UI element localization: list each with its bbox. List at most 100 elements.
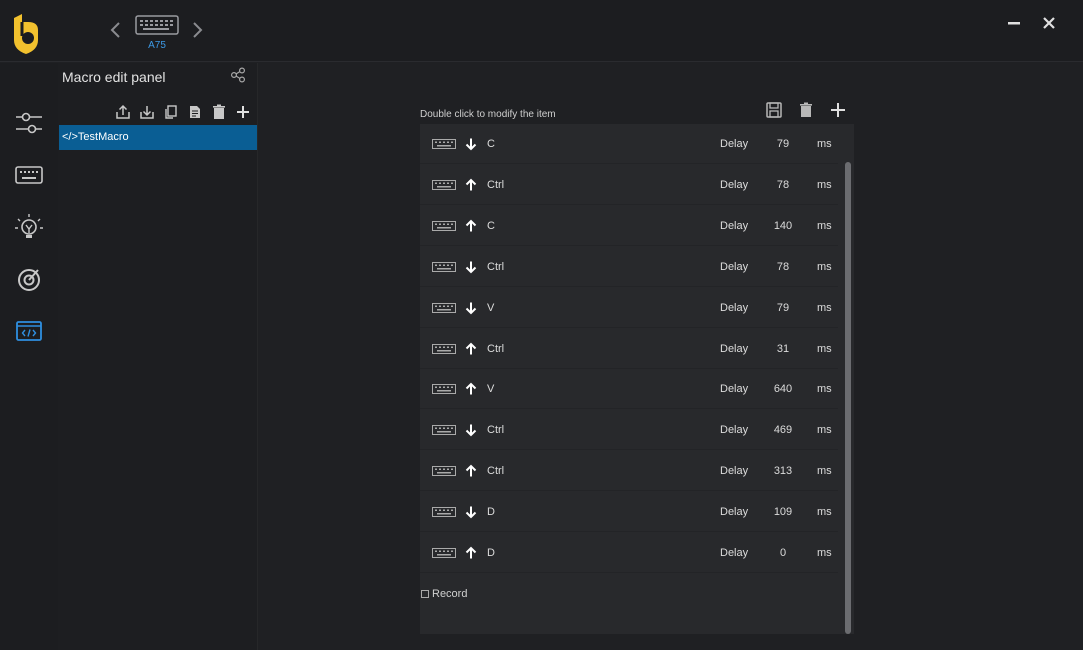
step-delay-unit: ms: [817, 506, 832, 519]
key-up-arrow-icon: [465, 342, 477, 354]
macro-edit-panel: Macro edit panel </>TestMacro: [58, 63, 258, 650]
step-delay-unit: ms: [817, 383, 832, 396]
step-key: Ctrl: [487, 465, 505, 478]
keyboard-key-icon: [432, 139, 456, 149]
keyboard-key-icon: [432, 425, 456, 436]
step-delay-unit: ms: [817, 301, 832, 314]
key-down-arrow-icon: [465, 302, 477, 315]
step-delay-label: Delay: [720, 260, 749, 273]
key-up-arrow-icon: [465, 178, 477, 191]
step-delay-value[interactable]: 31: [768, 343, 798, 355]
step-key: Ctrl: [487, 178, 505, 191]
step-delay-unit: ms: [817, 178, 832, 191]
macro-editor: Double click to modify the item C Delay 79…: [259, 63, 1083, 650]
step-delay-label: Delay: [720, 424, 749, 437]
keyboard-device-icon: [135, 15, 179, 35]
key-up-arrow-icon: [465, 464, 477, 477]
add-step-icon[interactable]: [829, 101, 847, 119]
step-delay-label: Delay: [720, 301, 749, 314]
list-scrollbar[interactable]: [845, 162, 851, 634]
step-delay-value[interactable]: 313: [768, 465, 798, 477]
step-delay-label: Delay: [720, 383, 749, 396]
brand-logo: [14, 14, 38, 54]
step-key: V: [487, 383, 495, 396]
key-down-arrow-icon: [465, 138, 477, 151]
list-toolbar: [765, 101, 847, 119]
step-delay-value[interactable]: 78: [768, 261, 798, 273]
step-delay-unit: ms: [817, 219, 832, 232]
step-key: Ctrl: [487, 260, 505, 273]
step-delay-value[interactable]: 109: [768, 506, 798, 518]
keyboard-key-icon: [432, 507, 456, 518]
add-macro-icon[interactable]: [234, 103, 252, 121]
macro-step-row[interactable]: Ctrl Delay 31 ms: [420, 329, 838, 369]
keyboard-icon[interactable]: [13, 159, 45, 191]
step-delay-value[interactable]: 78: [768, 179, 798, 191]
export-icon[interactable]: [114, 103, 132, 121]
import-icon[interactable]: [138, 103, 156, 121]
step-delay-label: Delay: [720, 219, 749, 232]
step-key: Ctrl: [487, 342, 505, 355]
step-delay-value[interactable]: 469: [768, 424, 798, 436]
step-delay-value[interactable]: 0: [768, 547, 798, 559]
keyboard-key-icon: [432, 466, 456, 477]
macro-step-row[interactable]: C Delay 79 ms: [420, 124, 838, 164]
step-delay-value[interactable]: 140: [768, 220, 798, 232]
key-down-arrow-icon: [465, 506, 477, 519]
step-delay-value[interactable]: 79: [768, 138, 798, 150]
macro-step-row[interactable]: V Delay 79 ms: [420, 288, 838, 328]
settings-sliders-icon[interactable]: [13, 107, 45, 139]
macro-step-row[interactable]: Ctrl Delay 78 ms: [420, 247, 838, 287]
step-delay-label: Delay: [720, 138, 749, 150]
minimize-icon[interactable]: [1003, 12, 1025, 34]
macro-step-row[interactable]: Ctrl Delay 469 ms: [420, 410, 838, 451]
macro-step-row[interactable]: D Delay 0 ms: [420, 533, 838, 573]
key-up-arrow-icon: [465, 382, 477, 395]
record-icon: [421, 590, 429, 598]
share-icon[interactable]: [230, 67, 246, 83]
main-sidebar: [0, 63, 58, 650]
delete-macro-icon[interactable]: [210, 103, 228, 121]
step-key: Ctrl: [487, 424, 505, 437]
macro-code-icon[interactable]: [13, 315, 45, 347]
step-key: D: [487, 506, 495, 519]
macro-step-row[interactable]: Ctrl Delay 78 ms: [420, 165, 838, 205]
step-delay-unit: ms: [817, 342, 832, 355]
record-label: Record: [432, 588, 468, 600]
macro-step-row[interactable]: D Delay 109 ms: [420, 492, 838, 533]
step-key: V: [487, 301, 495, 314]
macro-steps-list: C Delay 79 ms Ctrl Delay 78 ms C Delay 140 ms Ctrl De…: [420, 124, 854, 634]
macro-step-row[interactable]: V Delay 640 ms: [420, 369, 838, 410]
step-delay-unit: ms: [817, 465, 832, 478]
title-bar: A75: [0, 0, 1083, 62]
close-icon[interactable]: [1038, 12, 1060, 34]
performance-dial-icon[interactable]: [13, 263, 45, 295]
list-hint: Double click to modify the item: [420, 109, 556, 120]
macro-step-row[interactable]: C Delay 140 ms: [420, 206, 838, 246]
lighting-bulb-icon[interactable]: [13, 211, 45, 243]
step-delay-label: Delay: [720, 506, 749, 519]
next-device-arrow-icon[interactable]: [190, 20, 204, 40]
step-delay-value[interactable]: 79: [768, 302, 798, 314]
paste-icon[interactable]: [186, 103, 204, 121]
save-icon[interactable]: [765, 101, 783, 119]
keyboard-key-icon: [432, 302, 456, 313]
delete-step-icon[interactable]: [797, 101, 815, 119]
keyboard-key-icon: [432, 220, 456, 231]
step-delay-unit: ms: [817, 424, 832, 437]
keyboard-key-icon: [432, 384, 456, 395]
record-button[interactable]: Record: [421, 588, 467, 600]
step-delay-unit: ms: [817, 260, 832, 273]
keyboard-key-icon: [432, 179, 456, 190]
step-delay-value[interactable]: 640: [768, 383, 798, 395]
panel-title: Macro edit panel: [62, 69, 166, 85]
device-selector[interactable]: A75: [134, 15, 180, 51]
macro-step-row[interactable]: Ctrl Delay 313 ms: [420, 451, 838, 492]
key-up-arrow-icon: [465, 219, 477, 232]
step-delay-unit: ms: [817, 547, 832, 559]
copy-icon[interactable]: [162, 103, 180, 121]
previous-device-arrow-icon[interactable]: [109, 20, 123, 40]
step-key: C: [487, 138, 495, 150]
macro-list-item[interactable]: </>TestMacro: [59, 125, 257, 150]
keyboard-key-icon: [432, 261, 456, 272]
